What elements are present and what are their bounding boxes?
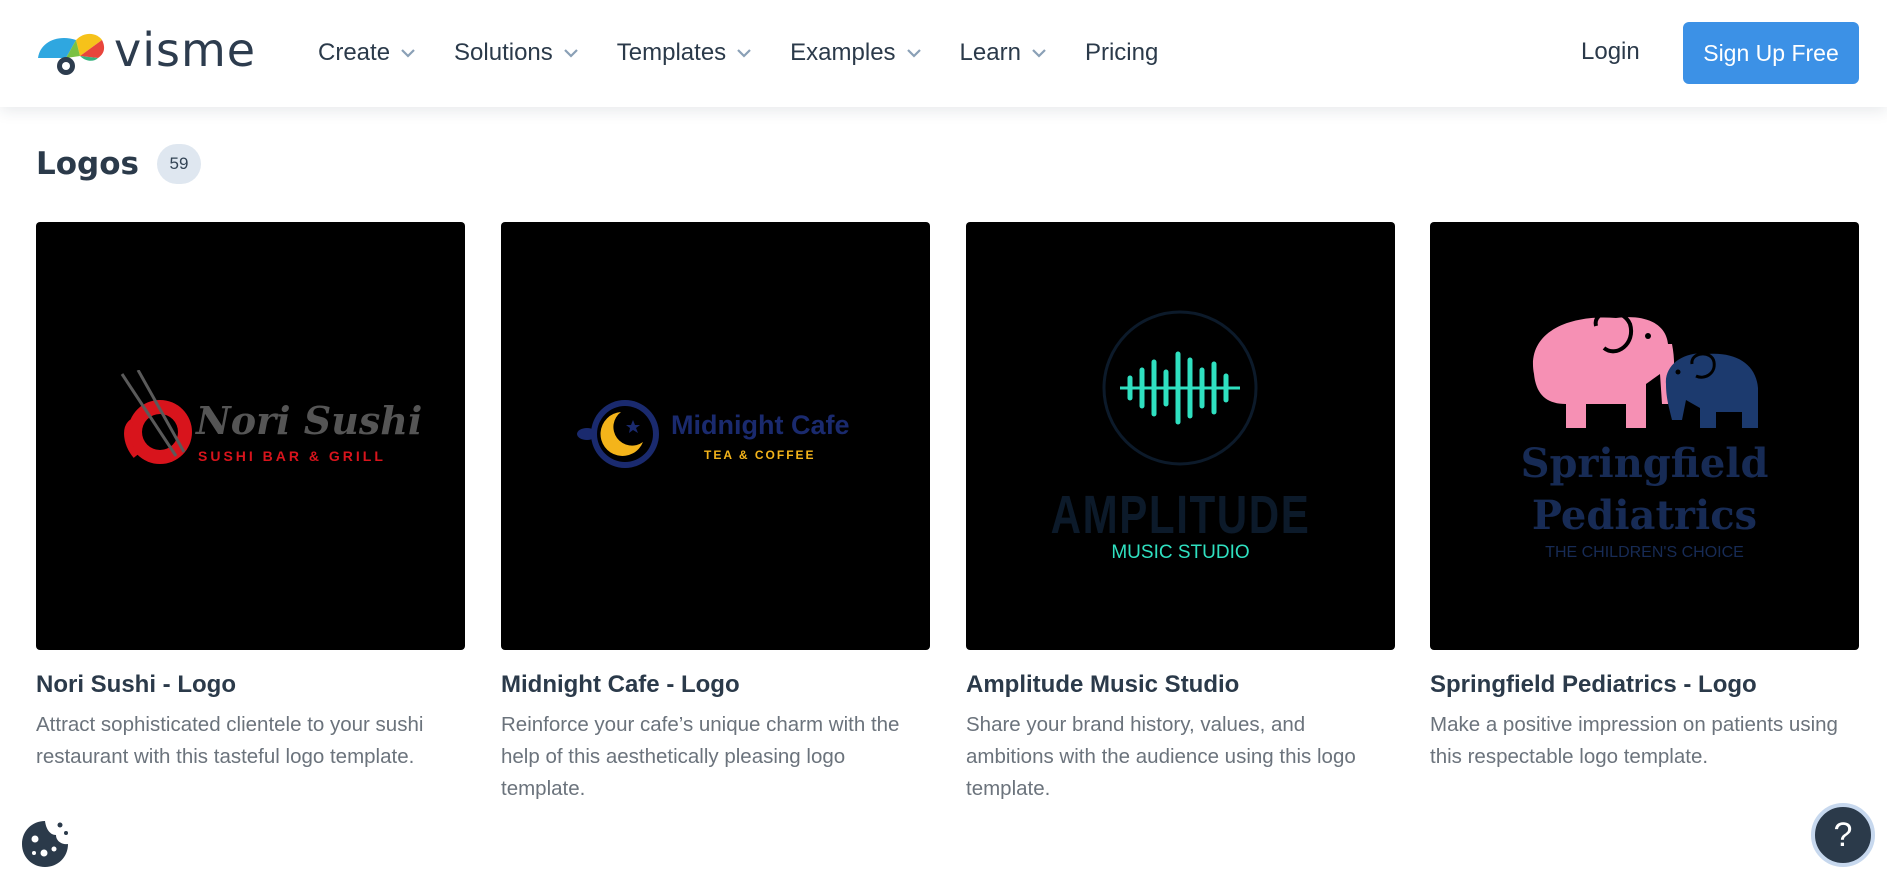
visme-logo[interactable]: visme xyxy=(36,23,257,78)
nav-learn-label: Learn xyxy=(959,39,1021,66)
nav-create-label: Create xyxy=(318,39,391,66)
nav-learn[interactable]: Learn xyxy=(960,36,1047,70)
card-description: Attract sophisticated clientele to your … xyxy=(36,713,424,768)
login-link[interactable]: Login xyxy=(1581,38,1640,66)
card-description: Make a positive impression on patients u… xyxy=(1430,713,1838,768)
section-title: Logos xyxy=(36,146,139,182)
logo-wordmark: visme xyxy=(114,23,257,77)
card-description: Reinforce your cafe’s unique charm with … xyxy=(501,713,900,800)
help-button[interactable]: ? xyxy=(1811,803,1875,867)
sound-wave-icon xyxy=(1102,310,1258,466)
template-thumbnail[interactable]: Nori Sushi SUSHI BAR & GRILL xyxy=(36,222,465,650)
logo-tagline: MUSIC STUDIO xyxy=(1111,542,1250,563)
logo-brand-name: Midnight Cafe xyxy=(671,410,850,440)
chevron-down-icon xyxy=(401,49,415,58)
template-card-nori-sushi[interactable]: Nori Sushi SUSHI BAR & GRILL Nori Sushi … xyxy=(36,222,465,773)
logo-brand-name: Nori Sushi xyxy=(196,398,423,443)
chevron-down-icon xyxy=(564,49,578,58)
visme-logo-mark xyxy=(38,33,105,75)
nav-solutions[interactable]: Solutions xyxy=(454,36,579,70)
card-title[interactable]: Midnight Cafe - Logo xyxy=(501,671,930,699)
nav-create[interactable]: Create xyxy=(318,36,416,70)
logo-tagline: SUSHI BAR & GRILL xyxy=(198,448,386,464)
nav-pricing-label: Pricing xyxy=(1084,39,1159,66)
logo-brand-name-line2: Pediatrics xyxy=(1531,492,1758,539)
logo-brand-name: AMPLITUDE xyxy=(1050,485,1311,545)
nav-examples-label: Examples xyxy=(790,39,896,66)
template-thumbnail[interactable]: Midnight Cafe TEA & COFFEE xyxy=(501,222,930,650)
moon-cup-icon xyxy=(577,400,659,468)
logo-brand-name-line1: Springfield xyxy=(1520,440,1769,487)
section-header: Logos 59 xyxy=(36,144,201,184)
template-thumbnail[interactable]: AMPLITUDE MUSIC STUDIO xyxy=(966,222,1395,650)
card-title[interactable]: Springfield Pediatrics - Logo xyxy=(1430,671,1859,699)
card-title[interactable]: Nori Sushi - Logo xyxy=(36,671,465,699)
logo-tagline: TEA & COFFEE xyxy=(704,448,816,462)
nav-solutions-label: Solutions xyxy=(454,39,553,66)
template-card-springfield-pediatrics[interactable]: Springfield Pediatrics THE CHILDREN'S CH… xyxy=(1430,222,1859,773)
nav-templates[interactable]: Templates xyxy=(617,36,752,70)
card-description: Share your brand history, values, and am… xyxy=(966,713,1356,800)
elephants-icon xyxy=(1532,310,1758,428)
nav-pricing[interactable]: Pricing xyxy=(1085,36,1158,70)
count-badge: 59 xyxy=(157,144,201,184)
template-thumbnail[interactable]: Springfield Pediatrics THE CHILDREN'S CH… xyxy=(1430,222,1859,650)
chevron-down-icon xyxy=(906,49,921,58)
sign-up-button[interactable]: Sign Up Free xyxy=(1683,22,1859,84)
main-nav: Create Solutions Templates Examples Lear… xyxy=(318,36,1196,70)
site-header: visme Create Solutions Templates Example… xyxy=(0,0,1887,107)
chevron-down-icon xyxy=(1032,49,1046,58)
nav-examples[interactable]: Examples xyxy=(790,36,921,70)
template-card-midnight-cafe[interactable]: Midnight Cafe TEA & COFFEE Midnight Cafe… xyxy=(501,222,930,805)
card-title[interactable]: Amplitude Music Studio xyxy=(966,671,1395,699)
logo-tagline: THE CHILDREN'S CHOICE xyxy=(1545,544,1744,561)
chevron-down-icon xyxy=(737,49,751,58)
cookie-settings-button[interactable] xyxy=(20,819,70,874)
nav-templates-label: Templates xyxy=(616,39,727,66)
template-card-amplitude-music-studio[interactable]: AMPLITUDE MUSIC STUDIO Amplitude Music S… xyxy=(966,222,1395,805)
cookie-icon xyxy=(22,821,68,867)
